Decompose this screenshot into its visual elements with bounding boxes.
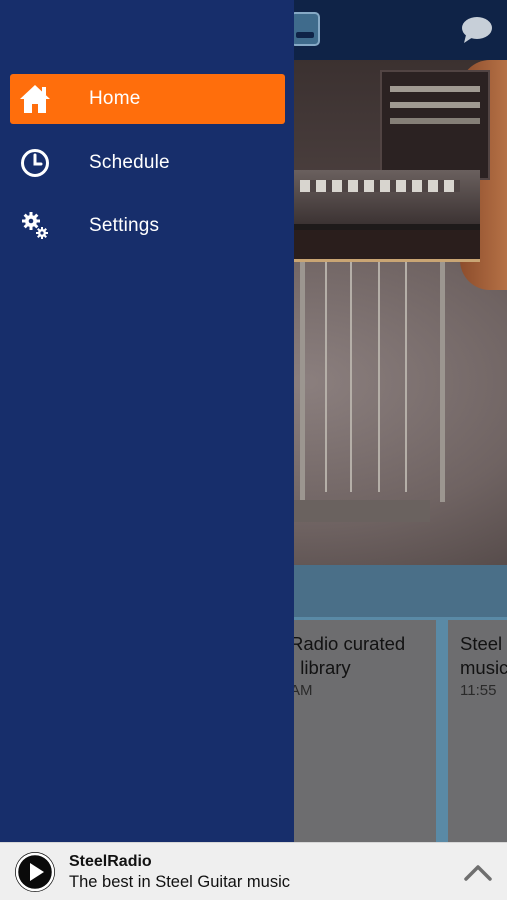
nav-item-label: Schedule xyxy=(89,152,170,173)
play-icon xyxy=(15,852,55,892)
chat-icon[interactable] xyxy=(461,16,493,44)
navigation-drawer: Home Schedule Settings xyxy=(0,0,294,842)
program-card[interactable]: Steel music 11:55 xyxy=(448,620,507,842)
home-icon xyxy=(20,85,50,113)
program-card[interactable]: Radio curated: library AM xyxy=(270,620,436,842)
station-name: SteelRadio xyxy=(69,853,152,870)
mini-player: SteelRadio The best in Steel Guitar musi… xyxy=(0,842,507,900)
nav-item-settings[interactable]: Settings xyxy=(10,201,285,251)
nav-item-label: Settings xyxy=(89,215,160,236)
nav-item-label: Home xyxy=(89,88,141,109)
program-card-title: Radio curated: library xyxy=(290,633,406,678)
play-button[interactable] xyxy=(15,852,55,892)
nav-item-schedule[interactable]: Schedule xyxy=(10,138,285,188)
gears-icon xyxy=(22,212,48,239)
program-card-title: Steel music xyxy=(460,633,507,678)
station-tagline: The best in Steel Guitar music xyxy=(69,873,291,891)
program-card-time: 11:55 xyxy=(460,682,497,699)
app-logo-icon xyxy=(290,12,320,46)
chevron-up-icon[interactable] xyxy=(462,859,494,885)
clock-icon xyxy=(21,149,49,177)
nav-item-home[interactable]: Home xyxy=(10,74,285,124)
